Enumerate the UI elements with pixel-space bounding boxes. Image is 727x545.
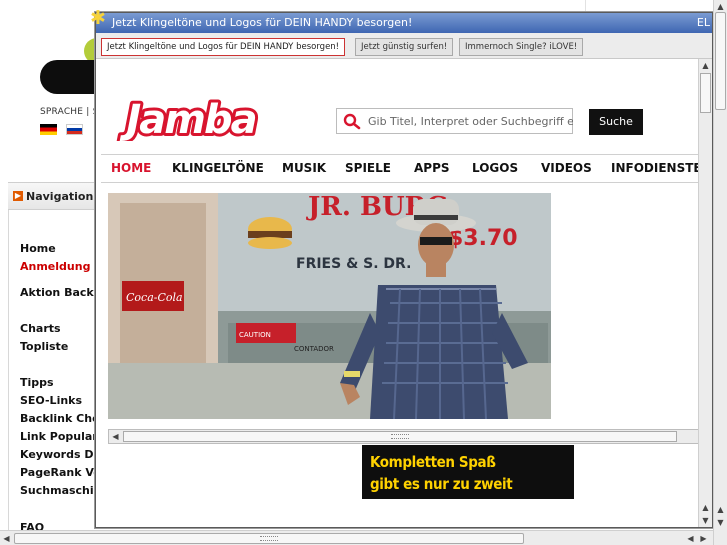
- popup-window: Jetzt Klingeltöne und Logos für DEIN HAN…: [95, 12, 713, 528]
- window-scroll-left-icon[interactable]: ◀: [0, 532, 13, 545]
- window-scroll-thumb[interactable]: [715, 12, 726, 110]
- popup-titlebar[interactable]: Jetzt Klingeltöne und Logos für DEIN HAN…: [96, 13, 712, 33]
- sidebar-item[interactable]: Home: [20, 242, 56, 255]
- sidebar-item[interactable]: Topliste: [20, 340, 68, 353]
- sidebar-item[interactable]: PageRank Vo: [20, 466, 101, 479]
- popup-scroll-down-icon[interactable]: ▼: [699, 514, 712, 527]
- nav-infodienste[interactable]: INFODIENSTE: [611, 161, 702, 175]
- promo-banner[interactable]: Kompletten Spaß gibt es nur zu zweit: [362, 445, 574, 499]
- popup-title: Jetzt Klingeltöne und Logos für DEIN HAN…: [112, 16, 413, 29]
- tab-ilove[interactable]: Immernoch Single? iLOVE!: [459, 38, 584, 56]
- hero-sign-sub: FRIES & S. DR.: [296, 256, 411, 272]
- nav-musik[interactable]: MUSIK: [282, 161, 326, 175]
- arrow-right-icon: ▶: [13, 191, 23, 201]
- popup-title-right: EL: [696, 16, 710, 29]
- sidebar-item[interactable]: Keywords Di: [20, 448, 97, 461]
- tab-klingeltoene[interactable]: Jetzt Klingeltöne und Logos für DEIN HAN…: [101, 38, 346, 56]
- navigation-title: Navigation: [26, 190, 94, 203]
- window-scroll-up2-icon[interactable]: ▲: [714, 503, 727, 516]
- popup-scroll-up-icon[interactable]: ▲: [699, 59, 712, 72]
- sidebar-item[interactable]: Anmeldung: [20, 260, 90, 273]
- search-button[interactable]: Suche: [589, 109, 643, 135]
- nav-spiele[interactable]: SPIELE: [345, 161, 391, 175]
- nav-videos[interactable]: VIDEOS: [541, 161, 592, 175]
- window-scroll-right-icon[interactable]: ▶: [697, 532, 710, 545]
- search-box: [336, 108, 573, 134]
- hero-counter-sign: CONTADOR: [294, 345, 334, 353]
- window-vertical-scrollbar[interactable]: ▲ ▲ ▼: [713, 0, 727, 545]
- popup-scroll-thumb[interactable]: [700, 73, 711, 113]
- scroll-left-icon[interactable]: ◀: [109, 430, 122, 443]
- sidebar-item[interactable]: Aktion Backli: [20, 286, 101, 299]
- navigation-header: ▶ Navigation: [8, 182, 98, 210]
- window-scroll-left2-icon[interactable]: ◀: [684, 532, 697, 545]
- main-navigation: HOME KLINGELTÖNE MUSIK SPIELE APPS LOGOS…: [101, 154, 709, 183]
- hero-caution: CAUTION: [239, 331, 271, 339]
- russian-flag-icon[interactable]: [66, 124, 83, 135]
- promo-line-1: Kompletten Spaß: [370, 453, 496, 471]
- language-label: SPRACHE | Я: [40, 107, 99, 117]
- content-horizontal-scrollbar[interactable]: ◀: [108, 429, 703, 444]
- hero-image[interactable]: JR. BURG FRIES & S. DR. $3.70 Coca-Cola …: [108, 193, 551, 419]
- nav-logos[interactable]: LOGOS: [472, 161, 518, 175]
- hero-cola-sign: Coca-Cola: [126, 291, 183, 304]
- jamba-logo[interactable]: Jamba Jamba: [116, 93, 266, 141]
- popup-vertical-scrollbar[interactable]: ▲ ▲ ▼: [698, 59, 712, 527]
- screen: SPRACHE | Я ▶ Navigation Home Anmeldung Ak…: [0, 0, 727, 545]
- nav-home[interactable]: HOME: [111, 161, 151, 175]
- window-horizontal-scrollbar[interactable]: ◀ ◀ ▶: [0, 530, 713, 545]
- sidebar-item[interactable]: Suchmaschin: [20, 484, 102, 497]
- window-scroll-down-icon[interactable]: ▼: [714, 516, 727, 529]
- window-hscroll-thumb[interactable]: [14, 533, 524, 544]
- tab-surfen[interactable]: Jetzt günstig surfen!: [355, 38, 454, 56]
- star-icon: ✱: [90, 7, 106, 29]
- nav-klingeltoene[interactable]: KLINGELTÖNE: [172, 161, 264, 175]
- popup-tab-bar: Jetzt Klingeltöne und Logos für DEIN HAN…: [96, 33, 712, 59]
- sidebar-item[interactable]: SEO-Links: [20, 394, 82, 407]
- logo-text: Jamba: [119, 97, 255, 141]
- sidebar-item[interactable]: Charts: [20, 322, 61, 335]
- nav-apps[interactable]: APPS: [414, 161, 450, 175]
- german-flag-icon[interactable]: [40, 124, 57, 135]
- content-scroll-thumb[interactable]: [123, 431, 677, 442]
- sidebar-item[interactable]: Tipps: [20, 376, 54, 389]
- popup-scroll-up2-icon[interactable]: ▲: [699, 501, 712, 514]
- promo-line-2: gibt es nur zu zweit: [370, 475, 513, 493]
- sidebar-item[interactable]: Backlink Che: [20, 412, 100, 425]
- search-icon[interactable]: [343, 113, 361, 131]
- sidebar-item[interactable]: Link Populari: [20, 430, 101, 443]
- search-input[interactable]: [368, 109, 573, 133]
